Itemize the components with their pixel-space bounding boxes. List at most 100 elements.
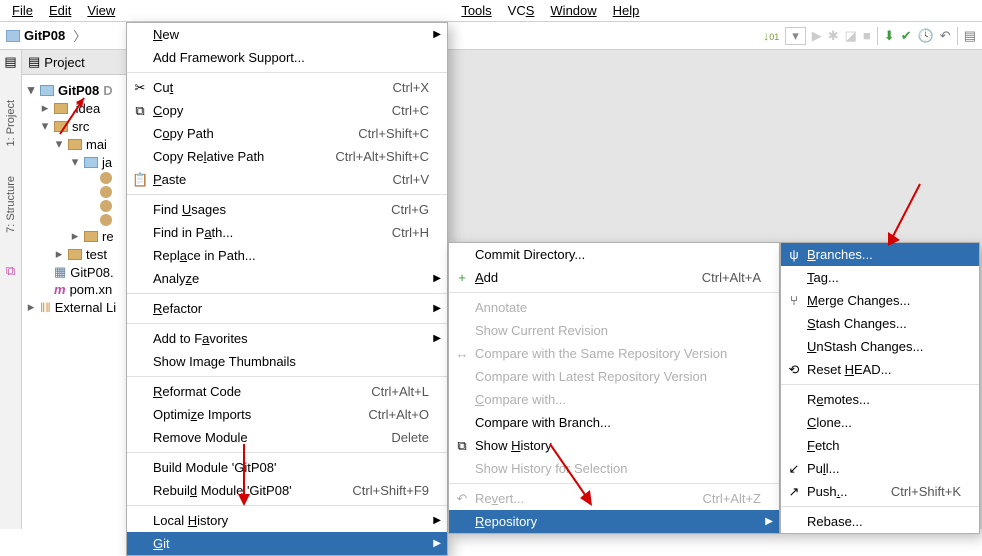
repo-separator <box>781 384 979 385</box>
git-item-13[interactable]: Repository ▶ <box>449 510 779 533</box>
git-shortcut-12: Ctrl+Alt+Z <box>678 491 761 506</box>
repo-label-2: Merge Changes... <box>807 293 961 308</box>
repo-item-5[interactable]: ⟲Reset HEAD... <box>781 358 979 381</box>
context-shortcut-5: Ctrl+Shift+C <box>334 126 429 141</box>
context-item-10[interactable]: Find in Path...Ctrl+H <box>127 221 447 244</box>
context-item-6[interactable]: Copy Relative PathCtrl+Alt+Shift+C <box>127 145 447 168</box>
git-separator <box>449 292 779 293</box>
context-item-21[interactable]: Remove ModuleDelete <box>127 426 447 449</box>
git-item-1[interactable]: +AddCtrl+Alt+A <box>449 266 779 289</box>
context-separator <box>127 194 447 195</box>
git-item-4: Show Current Revision <box>449 319 779 342</box>
menu-view[interactable]: View <box>79 1 123 20</box>
repo-item-2[interactable]: ⑂Merge Changes... <box>781 289 979 312</box>
menu-tools[interactable]: Tools <box>453 1 499 20</box>
config-dropdown[interactable]: ▾ <box>785 27 806 45</box>
vcs-commit-icon[interactable]: ✔ <box>901 28 912 44</box>
context-item-16[interactable]: Add to Favorites▶ <box>127 327 447 350</box>
git-icon-1: + <box>454 270 470 285</box>
context-separator <box>127 72 447 73</box>
git-item-8[interactable]: Compare with Branch... <box>449 411 779 434</box>
context-label-23: Build Module 'GitP08' <box>153 460 429 475</box>
repo-item-8[interactable]: Clone... <box>781 411 979 434</box>
git-icon-12: ↶ <box>454 491 470 507</box>
vcs-update-icon[interactable]: ⬇ <box>884 28 895 44</box>
repo-item-3[interactable]: Stash Changes... <box>781 312 979 335</box>
project-tool-icon[interactable]: ▤ <box>4 54 16 70</box>
tool-gutter-left: ▤ 1: Project 7: Structure ⧉ <box>0 50 22 529</box>
repo-item-7[interactable]: Remotes... <box>781 388 979 411</box>
project-folder-icon <box>6 30 20 42</box>
context-item-0[interactable]: New▶ <box>127 23 447 46</box>
git-label-10: Show History for Selection <box>475 461 761 476</box>
submenu-arrow-icon: ▶ <box>765 516 773 527</box>
stop-icon[interactable]: ■ <box>863 28 871 43</box>
context-shortcut-24: Ctrl+Shift+F9 <box>328 483 429 498</box>
debug-icon[interactable]: ✱ <box>828 28 839 44</box>
repo-label-9: Fetch <box>807 438 961 453</box>
project-tab-title: Project <box>44 55 84 70</box>
git-item-3: Annotate <box>449 296 779 319</box>
context-item-23[interactable]: Build Module 'GitP08' <box>127 456 447 479</box>
git-label-13: Repository <box>475 514 761 529</box>
run-icon[interactable]: ▶ <box>812 28 822 44</box>
structure-tool-icon[interactable]: ⧉ <box>6 263 15 279</box>
menu-vcs[interactable]: VCS <box>500 1 543 20</box>
git-label-5: Compare with the Same Repository Version <box>475 346 761 361</box>
submenu-arrow-icon: ▶ <box>433 303 441 314</box>
context-item-17[interactable]: Show Image Thumbnails <box>127 350 447 373</box>
settings-icon[interactable]: ▤ <box>964 28 976 44</box>
project-tool-label[interactable]: 1: Project <box>5 100 17 146</box>
context-shortcut-4: Ctrl+C <box>368 103 429 118</box>
context-item-7[interactable]: 📋PasteCtrl+V <box>127 168 447 191</box>
git-label-6: Compare with Latest Repository Version <box>475 369 761 384</box>
context-label-7: Paste <box>153 172 369 187</box>
context-item-9[interactable]: Find UsagesCtrl+G <box>127 198 447 221</box>
menu-help[interactable]: Help <box>605 1 648 20</box>
context-label-19: Reformat Code <box>153 384 347 399</box>
repo-item-4[interactable]: UnStash Changes... <box>781 335 979 358</box>
repo-item-13[interactable]: Rebase... <box>781 510 979 533</box>
git-icon-9: ⧉ <box>454 438 470 454</box>
structure-tool-label[interactable]: 7: Structure <box>5 176 17 233</box>
git-item-10: Show History for Selection <box>449 457 779 480</box>
context-shortcut-21: Delete <box>367 430 429 445</box>
context-item-19[interactable]: Reformat CodeCtrl+Alt+L <box>127 380 447 403</box>
context-item-27[interactable]: Git▶ <box>127 532 447 555</box>
context-separator <box>127 376 447 377</box>
context-shortcut-9: Ctrl+G <box>367 202 429 217</box>
context-label-17: Show Image Thumbnails <box>153 354 429 369</box>
context-label-24: Rebuild Module 'GitP08' <box>153 483 328 498</box>
menu-file[interactable]: File <box>4 1 41 20</box>
context-item-12[interactable]: Analyze▶ <box>127 267 447 290</box>
coverage-icon[interactable]: ◪ <box>845 28 857 44</box>
submenu-arrow-icon: ▶ <box>433 273 441 284</box>
repo-item-9[interactable]: Fetch <box>781 434 979 457</box>
menu-window[interactable]: Window <box>542 1 604 20</box>
context-item-4[interactable]: ⧉CopyCtrl+C <box>127 99 447 122</box>
repo-item-10[interactable]: ↙Pull... <box>781 457 979 480</box>
context-separator <box>127 293 447 294</box>
breadcrumb-project[interactable]: GitP08 <box>24 28 65 43</box>
repo-item-1[interactable]: Tag... <box>781 266 979 289</box>
submenu-arrow-icon: ▶ <box>433 333 441 344</box>
context-label-26: Local History <box>153 513 429 528</box>
menu-edit[interactable]: Edit <box>41 1 79 20</box>
context-item-14[interactable]: Refactor▶ <box>127 297 447 320</box>
context-item-11[interactable]: Replace in Path... <box>127 244 447 267</box>
context-item-5[interactable]: Copy PathCtrl+Shift+C <box>127 122 447 145</box>
vcs-history-icon[interactable]: 🕓 <box>918 28 934 44</box>
context-shortcut-3: Ctrl+X <box>369 80 429 95</box>
context-item-1[interactable]: Add Framework Support... <box>127 46 447 69</box>
repo-item-0[interactable]: ψBranches... <box>781 243 979 266</box>
git-item-0[interactable]: Commit Directory... <box>449 243 779 266</box>
context-icon-7: 📋 <box>132 172 148 188</box>
repo-item-11[interactable]: ↗Push...Ctrl+Shift+K <box>781 480 979 503</box>
context-item-20[interactable]: Optimize ImportsCtrl+Alt+O <box>127 403 447 426</box>
context-item-24[interactable]: Rebuild Module 'GitP08'Ctrl+Shift+F9 <box>127 479 447 502</box>
context-label-3: Cut <box>153 80 369 95</box>
context-item-3[interactable]: ✂CutCtrl+X <box>127 76 447 99</box>
config-icon[interactable]: ↓01 <box>763 29 779 43</box>
git-item-9[interactable]: ⧉Show History <box>449 434 779 457</box>
vcs-revert-icon[interactable]: ↶ <box>940 28 951 44</box>
